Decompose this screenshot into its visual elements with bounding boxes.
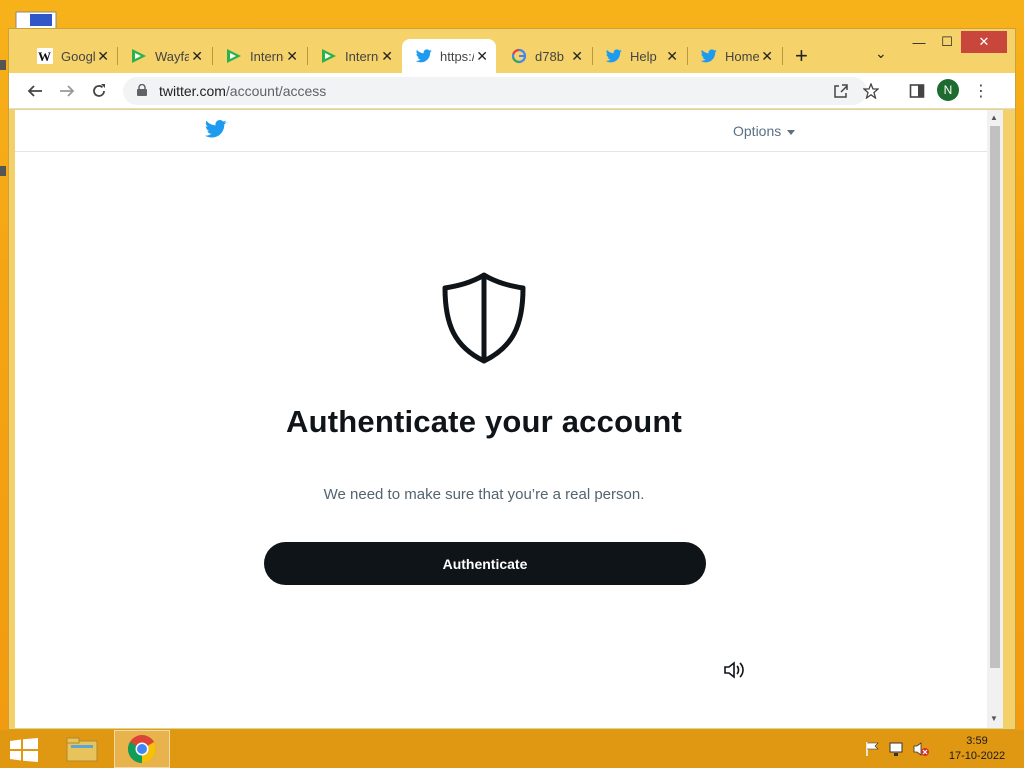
browser-menu-icon[interactable]: ⋮: [971, 79, 991, 103]
tab-title: https://: [440, 48, 474, 64]
options-label: Options: [733, 123, 782, 139]
site-header: Options: [15, 110, 993, 152]
tab-title: d78b: [535, 48, 564, 64]
chrome-taskbar-icon[interactable]: [114, 730, 170, 768]
tab-title: Home: [725, 48, 759, 64]
maximize-button[interactable]: ☐: [933, 31, 961, 53]
caret-down-icon: [787, 129, 796, 135]
bookmark-star-icon[interactable]: [859, 79, 883, 103]
clock-time: 3:59: [966, 735, 988, 747]
desktop-computer-icon: [14, 8, 60, 31]
scroll-down-icon[interactable]: ▼: [990, 714, 998, 723]
address-bar[interactable]: twitter.com/account/access: [123, 77, 879, 105]
tab-close-icon[interactable]: ✕: [191, 48, 203, 65]
green-play-icon: [321, 48, 337, 64]
page-viewport: Options Authenticate your account We nee…: [15, 110, 995, 728]
shield-icon: [439, 271, 529, 370]
wikipedia-icon: W: [37, 48, 53, 64]
tab-title: Wayfair: [155, 48, 189, 64]
tab-close-icon[interactable]: ✕: [761, 48, 773, 65]
google-g-icon: [511, 48, 527, 64]
twitter-bird-icon: [416, 48, 432, 64]
tab-close-icon[interactable]: ✕: [97, 48, 109, 65]
tab-4[interactable]: Internet ✕: [307, 39, 401, 73]
windows-start-icon[interactable]: [10, 738, 38, 767]
tab-title: Google: [61, 48, 95, 64]
desktop-edge-icon: [0, 60, 6, 70]
network-icon[interactable]: [888, 741, 906, 757]
page-title: Authenticate your account: [286, 404, 682, 439]
clock-date: 17-10-2022: [948, 750, 1006, 762]
minimize-button[interactable]: —: [905, 31, 933, 53]
url-path: /account/access: [225, 83, 327, 99]
window-close-button[interactable]: ✕: [961, 31, 1007, 53]
scrollbar-thumb[interactable]: [990, 126, 1000, 668]
tab-close-icon[interactable]: ✕: [571, 48, 583, 65]
tab-3[interactable]: Internet ✕: [212, 39, 306, 73]
tab-5-active[interactable]: https:// ✕: [402, 39, 496, 73]
tab-1[interactable]: W Google ✕: [23, 39, 117, 73]
page-scrollbar[interactable]: ▲ ▼: [987, 110, 1003, 728]
volume-muted-icon[interactable]: [912, 741, 930, 757]
desktop-edge-icon: [0, 166, 6, 176]
options-dropdown[interactable]: Options: [733, 123, 796, 139]
tab-strip: W Google ✕ Wayfair ✕ Internet ✕ In: [9, 29, 1015, 73]
action-center-flag-icon[interactable]: [864, 741, 882, 757]
tab-close-icon[interactable]: ✕: [476, 48, 488, 65]
reload-button[interactable]: [87, 79, 111, 103]
tab-7[interactable]: Help ✕: [592, 39, 686, 73]
system-clock[interactable]: 3:59 17-10-2022: [942, 734, 1012, 764]
lock-icon: [137, 83, 147, 99]
twitter-logo-icon[interactable]: [204, 120, 227, 143]
tab-title: Help: [630, 48, 657, 64]
taskbar: 3:59 17-10-2022: [0, 730, 1024, 768]
tab-close-icon[interactable]: ✕: [286, 48, 298, 65]
tab-6[interactable]: d78b ✕: [497, 39, 591, 73]
back-arrow-icon: [27, 85, 42, 97]
back-button[interactable]: [23, 79, 47, 103]
forward-arrow-icon: [60, 85, 75, 97]
forward-button[interactable]: [55, 79, 79, 103]
twitter-bird-icon: [606, 48, 622, 64]
profile-avatar[interactable]: N: [937, 79, 959, 101]
twitter-bird-icon: [701, 48, 717, 64]
scroll-up-icon[interactable]: ▲: [990, 113, 998, 122]
file-explorer-icon[interactable]: [54, 730, 110, 768]
tab-close-icon[interactable]: ✕: [666, 48, 678, 65]
url-domain: twitter.com: [159, 83, 226, 99]
audio-speaker-icon[interactable]: [723, 660, 747, 685]
reload-icon: [93, 84, 105, 97]
tab-2[interactable]: Wayfair ✕: [117, 39, 211, 73]
share-icon[interactable]: [829, 79, 853, 103]
green-play-icon: [226, 48, 242, 64]
browser-window: W Google ✕ Wayfair ✕ Internet ✕ In: [8, 28, 1016, 730]
browser-toolbar: twitter.com/account/access N ⋮: [9, 73, 1015, 109]
tab-search-button[interactable]: ⌄: [875, 45, 887, 62]
page-subtitle: We need to make sure that you’re a real …: [323, 486, 645, 503]
authenticate-button[interactable]: Authenticate: [264, 542, 706, 585]
tab-title: Internet: [250, 48, 284, 64]
tab-title: Internet: [345, 48, 379, 64]
tab-8[interactable]: Home ✕: [687, 39, 781, 73]
svg-text:W: W: [38, 49, 51, 64]
side-panel-icon[interactable]: [905, 79, 929, 103]
tab-close-icon[interactable]: ✕: [381, 48, 393, 65]
green-play-icon: [131, 48, 147, 64]
tab-divider: [782, 47, 783, 65]
new-tab-button[interactable]: +: [795, 43, 808, 69]
